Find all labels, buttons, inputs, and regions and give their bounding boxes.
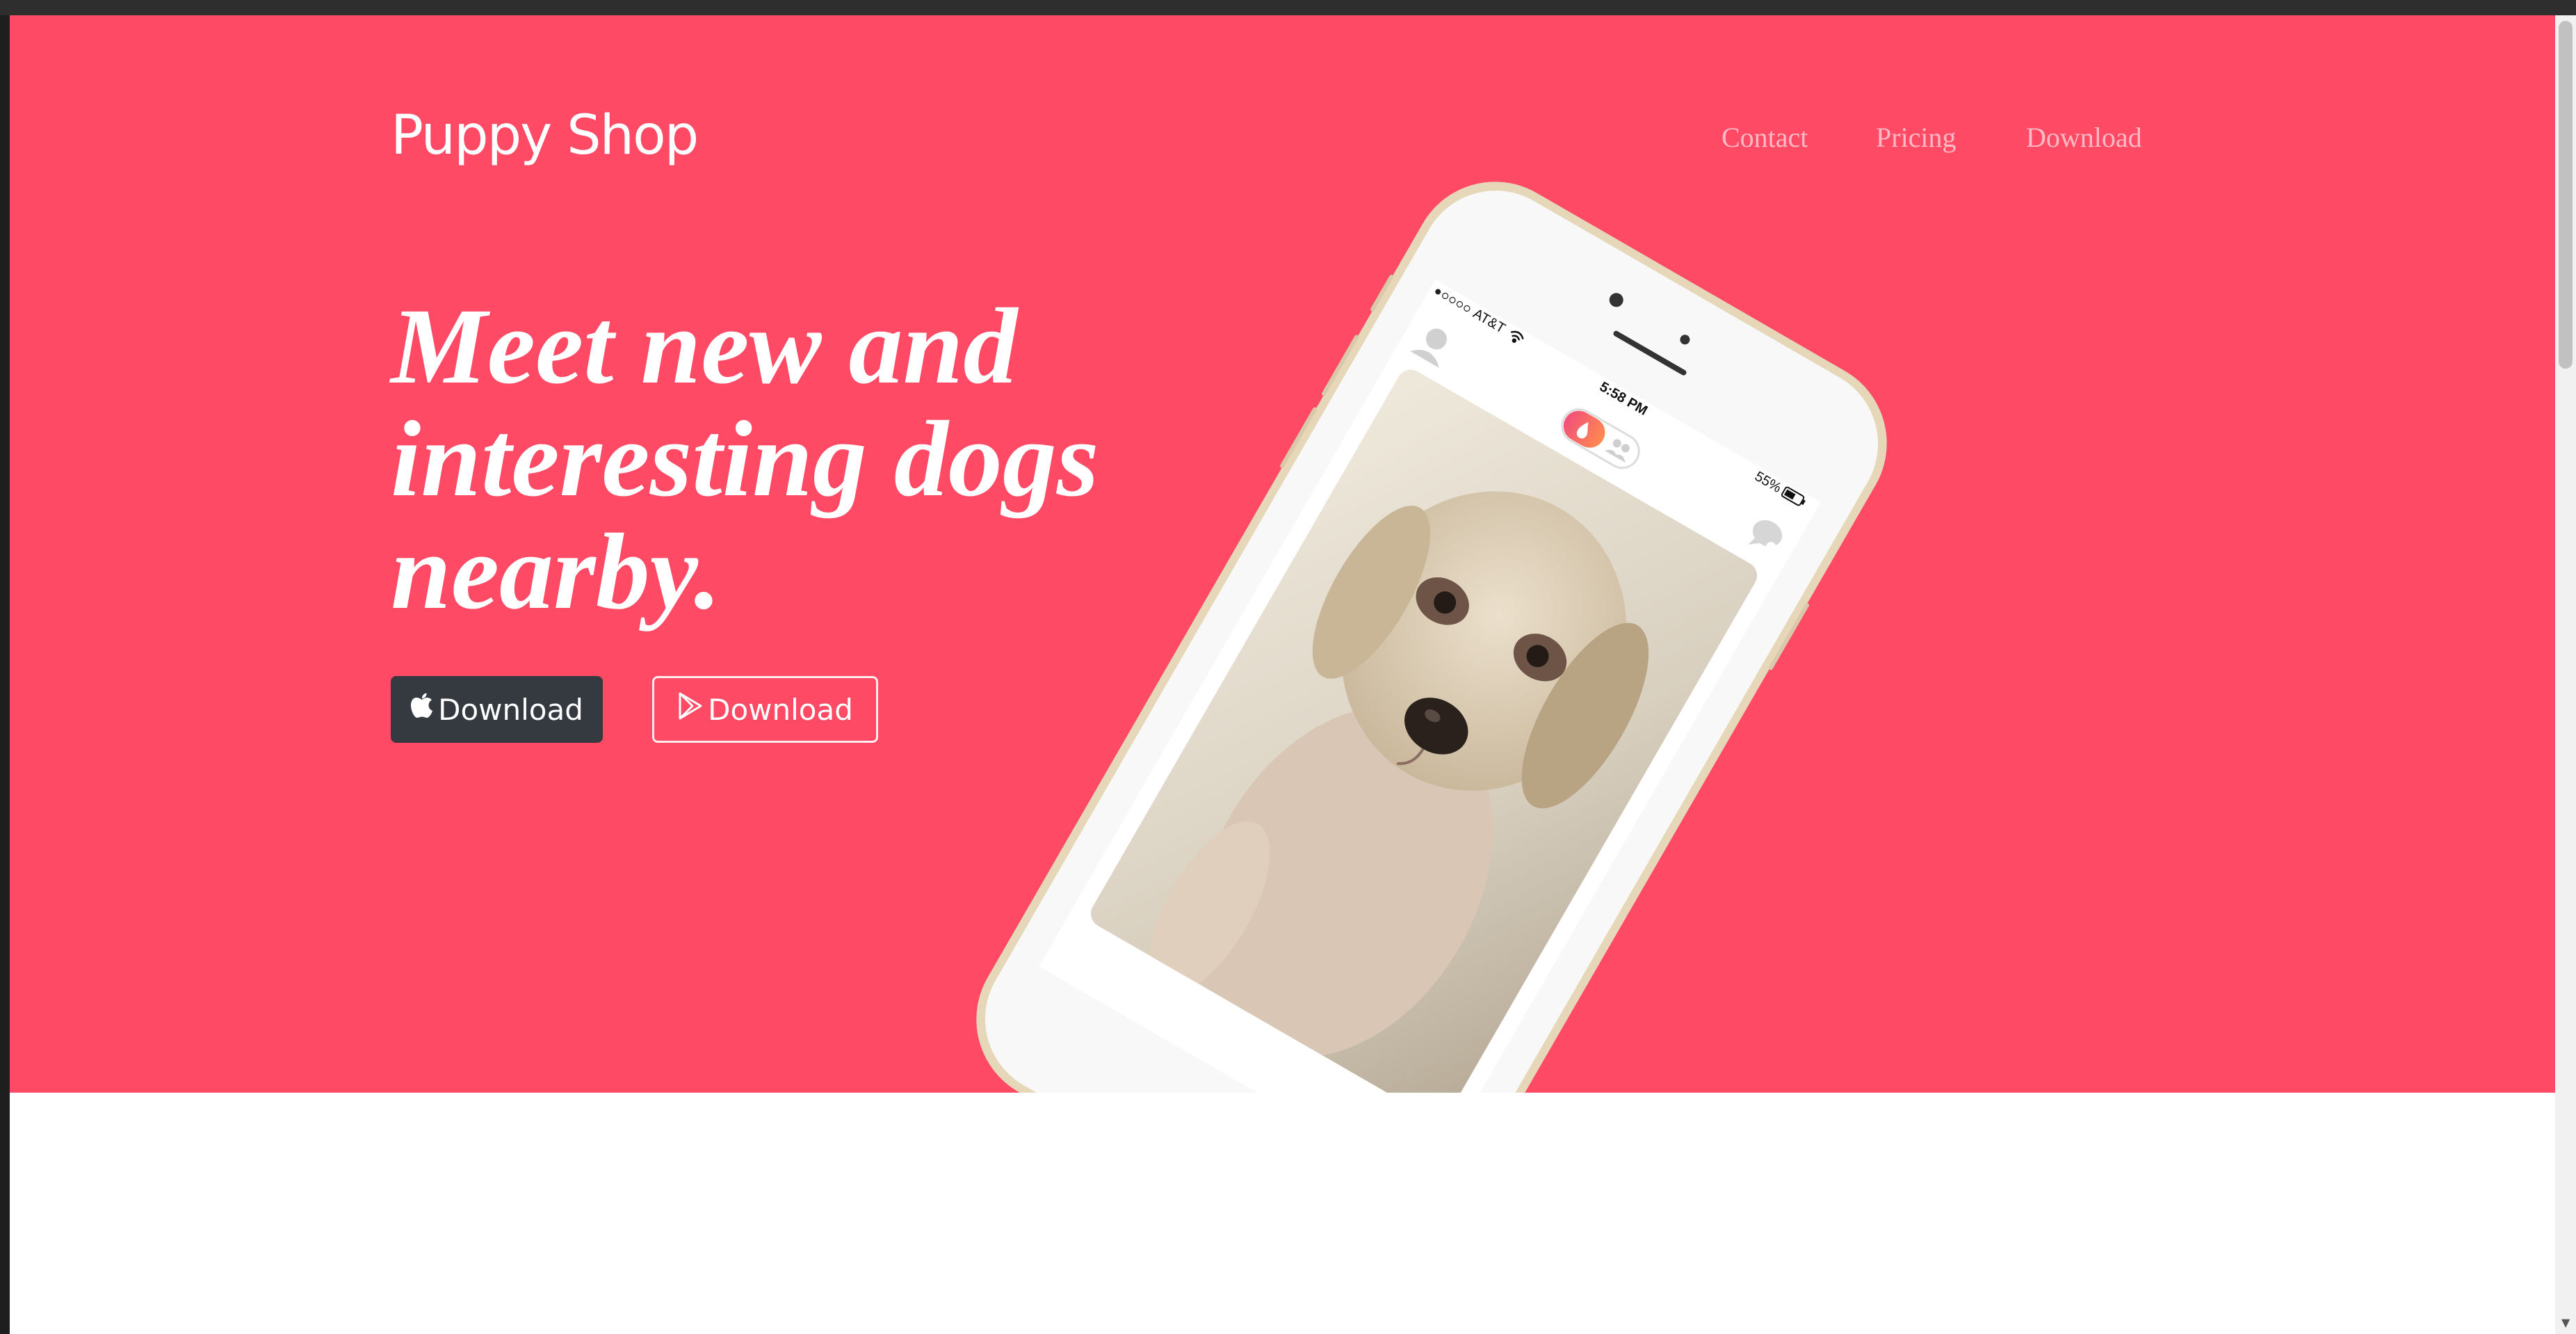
apple-icon [410, 692, 434, 727]
nav-link-pricing[interactable]: Pricing [1876, 121, 1957, 154]
page-viewport: Puppy Shop Contact Pricing Download Meet… [10, 15, 2555, 1334]
window-left-edge [0, 15, 10, 1334]
play-store-icon [677, 691, 704, 728]
nav-link-download[interactable]: Download [2026, 121, 2142, 154]
brand-logo[interactable]: Puppy Shop [391, 104, 699, 167]
app-store-button-label: Download [438, 692, 583, 727]
nav-link-contact[interactable]: Contact [1722, 121, 1808, 154]
hero-section: Puppy Shop Contact Pricing Download Meet… [10, 15, 2555, 1093]
hero-headline: Meet new and interesting dogs nearby. [391, 286, 1099, 632]
app-store-download-button[interactable]: Download [391, 676, 603, 743]
play-store-button-label: Download [708, 692, 853, 727]
scrollbar-thumb[interactable] [2559, 21, 2573, 369]
play-store-download-button[interactable]: Download [652, 676, 878, 743]
scroll-down-arrow-icon[interactable]: ▼ [2561, 1316, 2570, 1329]
browser-top-bar [0, 0, 2576, 15]
